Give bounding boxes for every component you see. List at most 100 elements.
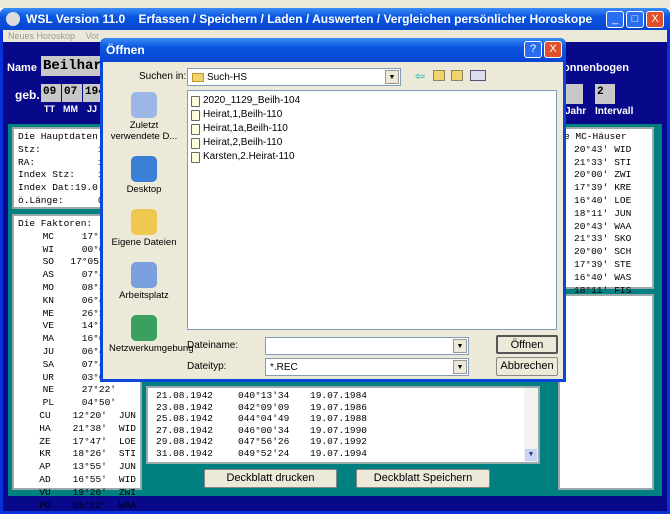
place-label: Zuletzt verwendete D... <box>110 120 178 142</box>
file-list[interactable]: 2020_1129_Beilh-104 Heirat,1,Beilh-110 Hei… <box>187 90 557 330</box>
file-name: 2020_1129_Beilh-104 <box>203 95 301 106</box>
file-icon <box>191 109 200 121</box>
mc-haus-row: 16°40' LOE <box>564 195 648 208</box>
faktor-name: WI <box>42 243 54 255</box>
faktor-sign: LOE <box>118 435 136 447</box>
place-network[interactable]: Netzwerkumgebung <box>109 315 194 354</box>
mc-sign: WAS <box>614 271 632 283</box>
file-name: Heirat,2,Beilh-110 <box>203 137 283 148</box>
look-in-select[interactable]: Such-HS ▼ <box>187 68 401 86</box>
place-my-computer[interactable]: Arbeitsplatz <box>109 262 179 301</box>
file-item[interactable]: Karsten,2.Heirat-110 <box>191 150 553 164</box>
cancel-button[interactable]: Abbrechen <box>496 357 558 376</box>
mc-sign: STI <box>614 156 632 168</box>
mc-haeuser-title: e MC-Häuser <box>564 131 627 142</box>
mc-haus-row: 20°00' SCH <box>564 246 648 259</box>
direktion-target: 19.07.1986 <box>310 401 368 413</box>
direktion-row: 23.08.1942 042°09'09 19.07.1986 <box>156 402 534 414</box>
faktor-value: 13°55' <box>72 461 107 473</box>
filename-label: Dateiname: <box>187 340 239 351</box>
dialog-title: Öffnen <box>100 38 566 62</box>
jahr-field[interactable] <box>563 84 583 104</box>
file-icon <box>191 95 200 107</box>
faktor-name: KN <box>42 294 54 306</box>
mc-sign: ZWI <box>614 169 632 181</box>
menu-vor[interactable]: Vor <box>86 31 100 41</box>
mc-haus-row: 16°40' WAS <box>564 272 648 285</box>
direktion-arc: 042°09'09 <box>238 401 290 413</box>
chevron-down-icon[interactable]: ▼ <box>385 70 399 84</box>
network-icon <box>131 315 157 341</box>
place-label: Arbeitsplatz <box>119 290 169 301</box>
window-title: WSL Version 11.0 Erfassen / Speichern / … <box>26 12 593 26</box>
mc-haus-row: 20°43' WAA <box>564 221 648 234</box>
faktor-value: 16°55' <box>72 473 107 485</box>
file-icon <box>191 137 200 149</box>
file-item[interactable]: 2020_1129_Beilh-104 <box>191 94 553 108</box>
direktion-date: 27.08.1942 <box>156 424 214 436</box>
dialog-close-button[interactable]: X <box>544 41 562 58</box>
place-recent[interactable]: Zuletzt verwendete D... <box>109 92 179 142</box>
up-folder-icon[interactable] <box>433 70 445 81</box>
file-item[interactable]: Heirat,1,Beilh-110 <box>191 108 553 122</box>
place-desktop[interactable]: Desktop <box>109 156 179 195</box>
jj-label: JJ <box>87 104 98 114</box>
mc-value: 21°33' <box>574 156 609 168</box>
minimize-button[interactable]: _ <box>606 11 624 28</box>
close-button[interactable]: X <box>646 11 664 28</box>
menu-neues-horoskop[interactable]: Neues Horoskop <box>8 31 75 41</box>
chevron-down-icon[interactable]: ▼ <box>453 339 467 353</box>
direktion-arc: 047°56'26 <box>238 436 290 447</box>
mm-label: MM <box>63 104 78 114</box>
direktion-row: 25.08.1942 044°04'49 19.07.1988 <box>156 413 534 425</box>
print-cover-button[interactable]: Deckblatt drucken <box>204 469 337 488</box>
save-cover-button[interactable]: Deckblatt Speichern <box>356 469 490 488</box>
filetype-select[interactable]: *.REC ▼ <box>265 358 469 376</box>
look-in-value: Such-HS <box>207 72 248 83</box>
place-my-documents[interactable]: Eigene Dateien <box>109 209 179 248</box>
mc-value: 20°00' <box>574 246 609 258</box>
new-folder-icon[interactable] <box>451 70 463 81</box>
faktor-value: 18°26' <box>72 448 107 460</box>
day-field[interactable]: 09 <box>41 84 61 102</box>
faktor-name: JU <box>42 345 54 357</box>
faktor-value: 04°50' <box>81 397 116 409</box>
faktor-name: HA <box>39 422 51 434</box>
mc-sign: STE <box>614 258 632 270</box>
chevron-down-icon[interactable]: ▼ <box>453 360 467 374</box>
direktion-row: 31.08.1942 049°52'24 19.07.1994 <box>156 448 534 460</box>
file-item[interactable]: Heirat,1a,Beilh-110 <box>191 122 553 136</box>
faktor-value: 27°22' <box>81 384 116 396</box>
filetype-value: *.REC <box>270 362 298 373</box>
filetype-label: Dateityp: <box>187 361 227 372</box>
intervall-field[interactable]: 2 <box>595 84 615 104</box>
mc-haus-row: 20°43' WID <box>564 144 648 157</box>
mc-value: 16°40' <box>574 194 609 206</box>
maximize-button[interactable]: □ <box>626 11 644 28</box>
mc-haus-row: 20°00' ZWI <box>564 169 648 182</box>
file-item[interactable]: Heirat,2,Beilh-110 <box>191 136 553 150</box>
help-button[interactable]: ? <box>524 41 542 58</box>
scroll-down-icon[interactable]: ▼ <box>525 449 537 461</box>
mc-value: 17°39' <box>574 182 609 194</box>
faktor-row: PO 05°22' WAA <box>18 500 136 513</box>
direktion-arc: 046°00'34 <box>238 424 290 436</box>
direktion-target: 19.07.1984 <box>310 390 368 401</box>
direktion-target: 19.07.1992 <box>310 436 368 447</box>
open-button[interactable]: Öffnen <box>496 335 558 354</box>
right-lower-box <box>558 294 654 490</box>
mc-sign: LOE <box>614 194 632 206</box>
view-menu-icon[interactable] <box>470 70 486 81</box>
faktor-name: PO <box>39 499 51 511</box>
file-name: Karsten,2.Heirat-110 <box>203 151 295 162</box>
faktor-value: 05°22' <box>72 499 107 511</box>
faktor-name: MA <box>42 333 54 345</box>
mc-haus-row: 17°39' KRE <box>564 182 648 195</box>
back-icon[interactable]: ⇦ <box>415 69 425 83</box>
faktor-row: AD 16°55' WID <box>18 474 136 487</box>
name-label: Name <box>7 62 37 74</box>
geb-label: geb. <box>15 88 40 102</box>
month-field[interactable]: 07 <box>62 84 82 102</box>
filename-input[interactable]: ▼ <box>265 337 469 355</box>
scrollbar[interactable]: ▼ <box>524 388 538 462</box>
